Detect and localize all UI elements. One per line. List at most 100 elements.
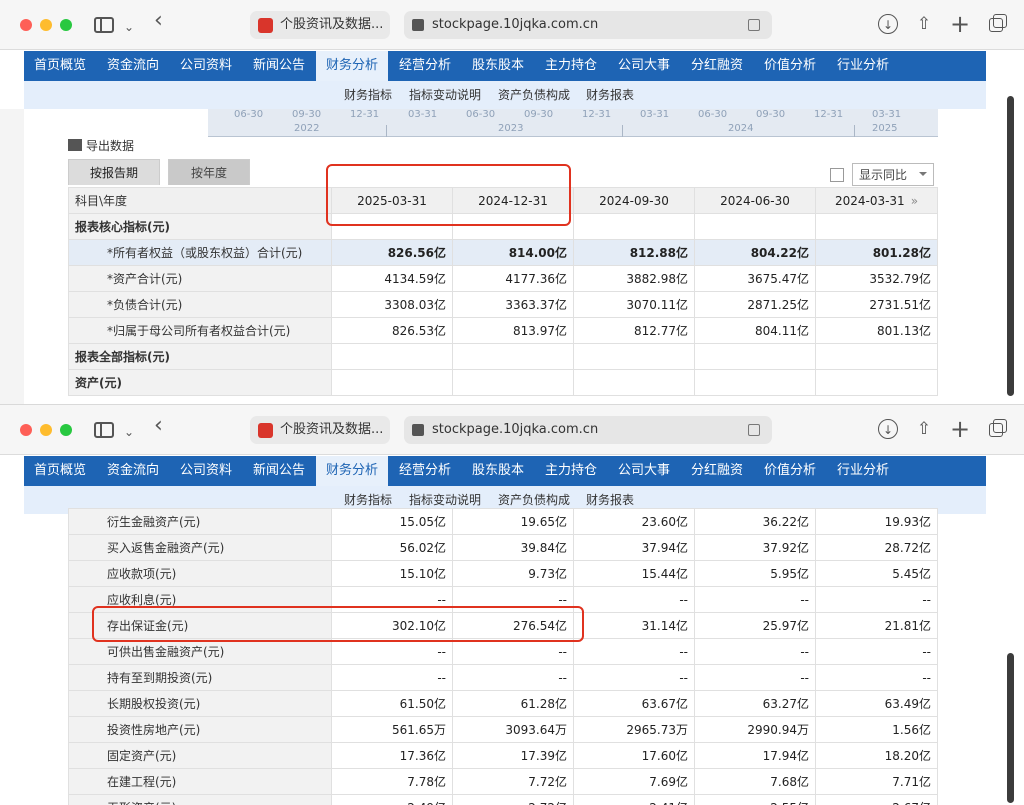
row-label: *负债合计(元) (68, 291, 332, 318)
table-row: 持有至到期投资(元) -- -- -- -- -- (68, 664, 938, 691)
title-bar: ⌄ ‹ 个股资讯及数据... stockpage.10jqka.com.cn ↓… (0, 0, 1024, 50)
sidebar-icon[interactable] (94, 17, 114, 33)
nav-item[interactable]: 资金流向 (97, 456, 169, 486)
highlight-box-deposit (92, 606, 584, 642)
share-icon[interactable]: ⇧ (914, 14, 934, 34)
table-row: *归属于母公司所有者权益合计(元) 826.53亿 813.97亿 812.77亿 80… (68, 317, 938, 344)
scrollbar[interactable] (1007, 653, 1014, 803)
timeline-date[interactable]: 09-30 (756, 109, 785, 120)
timeline-separator (386, 125, 387, 137)
cell-value: 15.44亿 (573, 560, 695, 587)
timeline-date[interactable]: 12-31 (350, 109, 379, 120)
timeline-date[interactable]: 06-30 (234, 109, 263, 120)
financial-table-bottom: 衍生金融资产(元) 15.05亿 19.65亿 23.60亿 36.22亿 19.93亿买… (68, 508, 938, 805)
row-label: 买入返售金融资产(元) (68, 534, 332, 561)
row-label: *归属于母公司所有者权益合计(元) (68, 317, 332, 344)
zoom-window-button[interactable] (60, 424, 72, 436)
cell-value: -- (694, 586, 816, 613)
yoy-checkbox[interactable] (830, 168, 844, 182)
nav-item[interactable]: 分红融资 (681, 51, 753, 81)
browser-tab[interactable]: 个股资讯及数据... (250, 416, 390, 444)
nav-item[interactable]: 经营分析 (389, 51, 461, 81)
page-favicon-icon (412, 19, 424, 31)
tab-by-report-period[interactable]: 按报告期 (68, 159, 160, 185)
chevron-down-icon[interactable]: ⌄ (124, 16, 134, 38)
download-icon[interactable]: ↓ (878, 419, 898, 439)
more-columns-icon[interactable]: » (911, 194, 918, 208)
column-header[interactable]: 2024-03-31 » (815, 187, 938, 214)
nav-item[interactable]: 首页概览 (24, 51, 96, 81)
timeline-date[interactable]: 06-30 (466, 109, 495, 120)
report-timeline[interactable]: 06-30 09-30 12-31 03-31 06-30 09-30 12-31 03-31… (208, 109, 938, 137)
scrollbar[interactable] (1007, 96, 1014, 396)
subnav-item[interactable]: 指标变动说明 (409, 81, 481, 109)
cell-value: 37.92亿 (694, 534, 816, 561)
nav-item[interactable]: 行业分析 (827, 456, 899, 486)
nav-item[interactable]: 股东股本 (462, 51, 534, 81)
address-bar[interactable]: stockpage.10jqka.com.cn (404, 11, 772, 39)
minimize-window-button[interactable] (40, 19, 52, 31)
cell-value: -- (452, 638, 574, 665)
timeline-date[interactable]: 09-30 (292, 109, 321, 120)
cell-value: 2965.73万 (573, 716, 695, 743)
chevron-down-icon[interactable]: ⌄ (124, 421, 134, 443)
timeline-date[interactable]: 03-31 (640, 109, 669, 120)
timeline-separator (622, 125, 623, 137)
nav-item[interactable]: 价值分析 (754, 456, 826, 486)
tab-title: 个股资讯及数据... (280, 17, 384, 32)
tab-overview-icon[interactable] (987, 14, 1007, 34)
reader-icon[interactable] (748, 19, 760, 31)
close-window-button[interactable] (20, 424, 32, 436)
table-row: 应收款项(元) 15.10亿 9.73亿 15.44亿 5.95亿 5.45亿 (68, 560, 938, 587)
browser-tab[interactable]: 个股资讯及数据... (250, 11, 390, 39)
nav-item[interactable]: 财务分析 (316, 456, 388, 486)
zoom-window-button[interactable] (60, 19, 72, 31)
timeline-date[interactable]: 09-30 (524, 109, 553, 120)
yoy-select[interactable]: 显示同比 (852, 163, 935, 186)
minimize-window-button[interactable] (40, 424, 52, 436)
new-tab-plus-icon[interactable]: + (950, 12, 970, 36)
header-label: 科目\年度 (68, 187, 332, 214)
nav-item[interactable]: 新闻公告 (243, 456, 315, 486)
nav-item[interactable]: 公司资料 (170, 51, 242, 81)
nav-item[interactable]: 新闻公告 (243, 51, 315, 81)
address-bar[interactable]: stockpage.10jqka.com.cn (404, 416, 772, 444)
nav-item[interactable]: 经营分析 (389, 456, 461, 486)
nav-item[interactable]: 首页概览 (24, 456, 96, 486)
timeline-date[interactable]: 03-31 (872, 109, 901, 120)
tab-overview-icon[interactable] (987, 419, 1007, 439)
nav-item[interactable]: 分红融资 (681, 456, 753, 486)
cell-value: 36.22亿 (694, 508, 816, 535)
column-header[interactable]: 2024-06-30 (694, 187, 816, 214)
subnav-item[interactable]: 财务指标 (344, 81, 392, 109)
column-header[interactable]: 2024-09-30 (573, 187, 695, 214)
cell-value: 56.02亿 (331, 534, 453, 561)
download-icon[interactable]: ↓ (878, 14, 898, 34)
nav-item[interactable]: 行业分析 (827, 51, 899, 81)
timeline-date[interactable]: 03-31 (408, 109, 437, 120)
nav-item[interactable]: 公司大事 (608, 51, 680, 81)
tab-by-year[interactable]: 按年度 (168, 159, 250, 185)
nav-item[interactable]: 财务分析 (316, 51, 388, 81)
share-icon[interactable]: ⇧ (914, 419, 934, 439)
timeline-date[interactable]: 06-30 (698, 109, 727, 120)
nav-item[interactable]: 公司大事 (608, 456, 680, 486)
timeline-date[interactable]: 12-31 (582, 109, 611, 120)
close-window-button[interactable] (20, 19, 32, 31)
nav-item[interactable]: 价值分析 (754, 51, 826, 81)
export-data-button[interactable]: 导出数据 (68, 137, 134, 154)
nav-item[interactable]: 主力持仓 (535, 51, 607, 81)
sidebar-icon[interactable] (94, 422, 114, 438)
nav-item[interactable]: 主力持仓 (535, 456, 607, 486)
reader-icon[interactable] (748, 424, 760, 436)
nav-item[interactable]: 资金流向 (97, 51, 169, 81)
nav-item[interactable]: 公司资料 (170, 456, 242, 486)
subnav-item[interactable]: 财务报表 (586, 81, 634, 109)
back-arrow-icon[interactable]: ‹ (154, 415, 163, 437)
nav-item[interactable]: 股东股本 (462, 456, 534, 486)
back-arrow-icon[interactable]: ‹ (154, 10, 163, 32)
subnav-item[interactable]: 资产负债构成 (498, 81, 570, 109)
show-yoy-control[interactable]: 显示同比 (830, 163, 935, 186)
new-tab-plus-icon[interactable]: + (950, 417, 970, 441)
timeline-date[interactable]: 12-31 (814, 109, 843, 120)
